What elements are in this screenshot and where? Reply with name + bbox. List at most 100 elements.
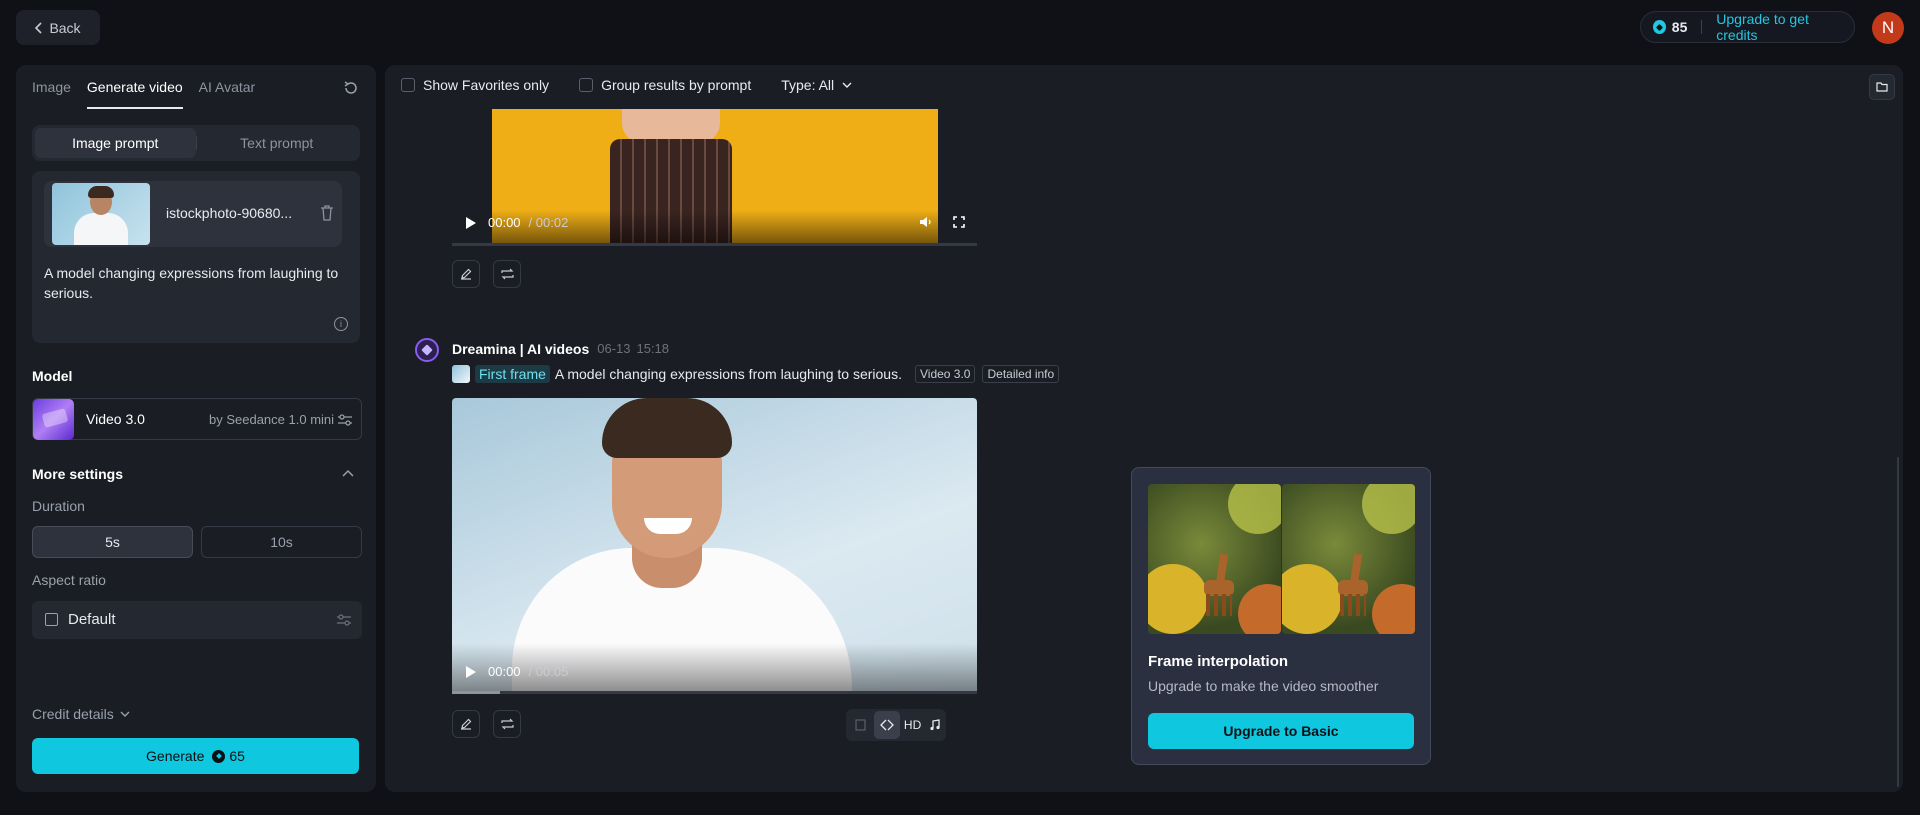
mode-tabs: Image Generate video AI Avatar <box>32 65 255 109</box>
scrollbar[interactable] <box>1897 457 1899 787</box>
info-icon[interactable]: i <box>334 317 348 331</box>
item-author: Dreamina | AI videos <box>452 341 590 357</box>
dreamina-avatar <box>415 338 439 362</box>
sliders-icon <box>337 614 351 626</box>
play-icon[interactable] <box>466 665 476 678</box>
item-prompt: First frame A model changing expressions… <box>452 365 1060 383</box>
model-selector[interactable]: Video 3.0 by Seedance 1.0 mini <box>32 398 362 440</box>
group-checkbox[interactable] <box>579 78 594 92</box>
model-provider: by Seedance 1.0 mini <box>209 412 335 427</box>
preview-image-before <box>1148 484 1281 634</box>
interpolation-icon <box>880 719 895 731</box>
model-heading: Model <box>32 368 73 384</box>
first-frame-label: First frame <box>475 365 550 383</box>
generate-button[interactable]: Generate 65 <box>32 738 359 774</box>
item-time: 15:18 <box>636 341 670 356</box>
group-label[interactable]: Group results by prompt <box>601 77 751 93</box>
divider <box>1701 20 1703 34</box>
video-progress-bar[interactable] <box>452 691 977 694</box>
image-prompt-button[interactable]: Image prompt <box>35 128 196 158</box>
time-current: 00:00 <box>488 664 521 679</box>
prompt-mode-switch: Image prompt Text prompt <box>32 125 360 161</box>
model-thumbnail <box>33 399 74 440</box>
fullscreen-icon[interactable] <box>953 216 965 228</box>
model-name: Video 3.0 <box>86 411 145 427</box>
first-frame-thumbnail <box>452 365 470 383</box>
duration-10s-button[interactable]: 10s <box>201 526 362 558</box>
aspect-ratio-label: Aspect ratio <box>32 572 106 588</box>
regenerate-icon <box>500 268 514 280</box>
hd-button[interactable]: HD <box>902 711 923 739</box>
preview-image-after <box>1282 484 1415 634</box>
folder-button[interactable] <box>1869 74 1895 100</box>
video-controls: 00:00 / 00:05 <box>466 664 568 679</box>
duration-5s-button[interactable]: 5s <box>32 526 193 558</box>
credits-pill[interactable]: 85 Upgrade to get credits <box>1640 11 1855 43</box>
video-controls: 00:00 / 00:02 <box>466 215 568 230</box>
credit-details-toggle[interactable]: Credit details <box>32 706 130 722</box>
edit-button[interactable] <box>452 260 480 288</box>
frame-icon <box>855 719 866 731</box>
video-enhance-toolbar: HD <box>846 709 946 741</box>
chevron-down-icon <box>120 711 130 717</box>
user-avatar[interactable]: N <box>1872 12 1904 44</box>
ratio-icon <box>45 613 58 626</box>
time-current: 00:00 <box>488 215 521 230</box>
video-player[interactable] <box>452 398 977 693</box>
trash-icon[interactable] <box>320 205 334 221</box>
model-tag: Video 3.0 <box>914 365 976 383</box>
regenerate-button[interactable] <box>493 260 521 288</box>
chevron-left-icon <box>35 21 43 34</box>
uploaded-image-card[interactable]: istockphoto-90680... <box>44 181 342 247</box>
duration-label: Duration <box>32 498 85 514</box>
video-progress-bar[interactable] <box>452 243 977 246</box>
refresh-icon[interactable] <box>342 79 360 97</box>
credit-details-label: Credit details <box>32 706 114 722</box>
favorites-label[interactable]: Show Favorites only <box>423 77 549 93</box>
image-thumbnail <box>52 183 150 245</box>
edit-icon <box>461 718 472 730</box>
coin-icon <box>212 749 226 763</box>
popover-title: Frame interpolation <box>1148 653 1289 670</box>
generate-label: Generate <box>146 748 205 764</box>
image-filename: istockphoto-90680... <box>166 205 293 221</box>
sliders-icon <box>338 414 352 426</box>
regenerate-icon <box>500 718 514 730</box>
edit-button[interactable] <box>452 710 480 738</box>
item-header: Dreamina | AI videos 06-13 15:18 <box>452 341 669 357</box>
back-button[interactable]: Back <box>16 10 100 45</box>
aspect-ratio-selector[interactable]: Default <box>32 601 362 639</box>
regenerate-button[interactable] <box>493 710 521 738</box>
upgrade-basic-button[interactable]: Upgrade to Basic <box>1148 713 1414 749</box>
filter-bar: Show Favorites only Group results by pro… <box>401 77 852 93</box>
chevron-up-icon[interactable] <box>342 469 354 477</box>
text-prompt-button[interactable]: Text prompt <box>197 128 358 158</box>
music-button[interactable] <box>925 711 944 739</box>
tab-generate-video[interactable]: Generate video <box>86 65 183 109</box>
music-icon <box>930 719 940 731</box>
type-filter[interactable]: Type: All <box>781 77 834 93</box>
favorites-checkbox[interactable] <box>401 78 415 92</box>
time-total: / 00:05 <box>528 664 569 679</box>
popover-subtitle: Upgrade to make the video smoother <box>1148 678 1379 694</box>
interpolation-button[interactable] <box>874 711 901 739</box>
more-settings-heading[interactable]: More settings <box>32 466 123 482</box>
folder-icon <box>1876 82 1888 92</box>
item-prompt-text: A model changing expressions from laughi… <box>554 366 902 382</box>
upgrade-credits-link[interactable]: Upgrade to get credits <box>1716 11 1842 43</box>
frame-interpolation-popover: Frame interpolation Upgrade to make the … <box>1131 467 1431 765</box>
prompt-textarea[interactable]: A model changing expressions from laughi… <box>44 263 344 303</box>
tab-ai-avatar[interactable]: AI Avatar <box>199 65 256 109</box>
left-panel: Image Generate video AI Avatar Image pro… <box>16 65 376 792</box>
coin-icon <box>1653 20 1666 34</box>
play-icon[interactable] <box>466 216 476 229</box>
frame-button[interactable] <box>848 711 872 739</box>
tab-image[interactable]: Image <box>32 65 71 109</box>
credits-count: 85 <box>1671 19 1688 35</box>
chevron-down-icon <box>842 82 852 88</box>
aspect-ratio-value: Default <box>68 611 116 628</box>
detailed-info-button[interactable]: Detailed info <box>982 365 1060 383</box>
volume-icon[interactable] <box>919 216 933 228</box>
item-date: 06-13 <box>597 341 631 356</box>
results-panel: Show Favorites only Group results by pro… <box>385 65 1903 792</box>
